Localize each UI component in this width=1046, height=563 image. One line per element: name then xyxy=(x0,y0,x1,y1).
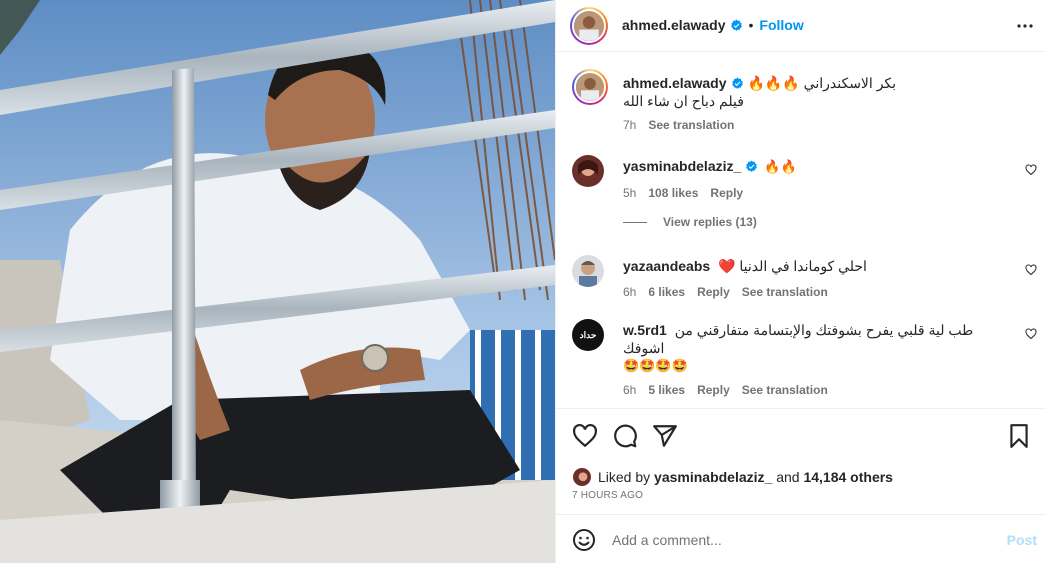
likes-and: and xyxy=(776,469,800,485)
share-icon[interactable] xyxy=(652,423,678,449)
more-horizontal-icon xyxy=(1017,24,1033,28)
add-comment-bar: Post xyxy=(556,514,1046,563)
post-comment-button[interactable]: Post xyxy=(1007,532,1037,548)
caption: ahmed.elawady بكر الاسكندراني 🔥🔥🔥 فيلم دب… xyxy=(572,69,1037,135)
instagram-post-window: ahmed.elawady • Follow ahmed.elawady بكر… xyxy=(0,0,1046,563)
comment-username[interactable]: yasminabdelaziz_ xyxy=(623,158,741,174)
comment-likes[interactable]: 6 likes xyxy=(648,285,685,299)
comment-reply[interactable]: Reply xyxy=(697,383,730,397)
comment-item: yazaandeabs احلي كوماندا في الدنيا ❤️ 6h… xyxy=(572,255,1037,305)
caption-time[interactable]: 7h xyxy=(623,118,636,132)
comment-reply[interactable]: Reply xyxy=(710,186,743,200)
post-details-panel: ahmed.elawady • Follow ahmed.elawady بكر… xyxy=(555,0,1046,563)
emoji-smiley-icon[interactable] xyxy=(572,528,596,552)
comment-meta: 5h 108 likes Reply xyxy=(623,186,1018,200)
header-avatar[interactable] xyxy=(570,7,608,45)
comment-time[interactable]: 6h xyxy=(623,285,636,299)
comment-icon[interactable] xyxy=(612,423,638,449)
view-replies-label: View replies (13) xyxy=(663,215,757,229)
post-time-ago[interactable]: 7 HOURS AGO xyxy=(572,490,643,501)
view-replies-line xyxy=(623,221,647,223)
post-header: ahmed.elawady • Follow xyxy=(556,0,1046,52)
comment-username[interactable]: yazaandeabs xyxy=(623,258,710,274)
comment-body: w.5rd1 طب لية قلبي يفرح بشوفتك والإبتسام… xyxy=(623,321,1018,397)
comment-avatar-image xyxy=(572,255,604,287)
comment-item: yasminabdelaziz_ 🔥🔥 5h 108 likes Reply xyxy=(572,155,1037,205)
follow-button[interactable]: Follow xyxy=(759,17,803,33)
comment-time[interactable]: 6h xyxy=(623,383,636,397)
comment-text: احلي كوماندا في الدنيا ❤️ xyxy=(718,258,867,274)
save-bookmark-icon[interactable] xyxy=(1006,423,1032,449)
verified-badge-icon xyxy=(746,160,758,172)
liker-avatar[interactable] xyxy=(572,467,592,487)
comment-username[interactable]: w.5rd1 xyxy=(623,322,667,338)
add-comment-input[interactable] xyxy=(612,528,992,552)
header-separator: • xyxy=(748,17,754,33)
caption-avatar-image xyxy=(576,73,604,101)
verified-badge-icon xyxy=(730,19,742,31)
comment-like-heart-icon[interactable] xyxy=(1025,264,1037,276)
caption-see-translation[interactable]: See translation xyxy=(648,118,734,132)
caption-line-1: بكر الاسكندراني 🔥🔥🔥 xyxy=(747,75,897,91)
comment-item: حداد w.5rd1 طب لية قلبي يفرح بشوفتك والإ… xyxy=(572,319,1037,397)
likes-user[interactable]: yasminabdelaziz_ xyxy=(654,469,772,485)
comment-text: 🔥🔥 xyxy=(764,159,797,174)
comment-time[interactable]: 5h xyxy=(623,186,636,200)
caption-line-2: فيلم دباح ان شاء الله xyxy=(623,93,744,109)
likes-prefix: Liked by xyxy=(598,469,651,485)
header-avatar-image xyxy=(574,11,604,41)
comment-reply[interactable]: Reply xyxy=(697,285,730,299)
comment-avatar[interactable] xyxy=(572,255,604,287)
caption-meta: 7h See translation xyxy=(623,118,1018,132)
action-bar xyxy=(556,408,1046,458)
comment-text-emoji: 🤩🤩🤩🤩 xyxy=(623,358,688,373)
post-photo[interactable] xyxy=(0,0,555,563)
more-options-icon[interactable] xyxy=(1015,16,1035,36)
comment-body: yazaandeabs احلي كوماندا في الدنيا ❤️ 6h… xyxy=(623,257,1018,299)
comment-meta: 6h 5 likes Reply See translation xyxy=(623,383,1018,397)
post-photo-image xyxy=(0,0,555,563)
comment-see-translation[interactable]: See translation xyxy=(742,383,828,397)
comment-see-translation[interactable]: See translation xyxy=(742,285,828,299)
comment-avatar-text: حداد xyxy=(579,329,597,340)
likes-summary: Liked by yasminabdelaziz_ and 14,184 oth… xyxy=(572,467,893,487)
liker-avatar-image xyxy=(573,468,591,486)
comment-meta: 6h 6 likes Reply See translation xyxy=(623,285,1018,299)
caption-avatar[interactable] xyxy=(572,69,608,105)
header-user-info: ahmed.elawady • Follow xyxy=(622,17,804,33)
likes-others[interactable]: 14,184 others xyxy=(803,469,893,485)
comment-likes[interactable]: 108 likes xyxy=(648,186,698,200)
verified-badge-icon xyxy=(731,77,743,89)
comments-list[interactable]: ahmed.elawady بكر الاسكندراني 🔥🔥🔥 فيلم دب… xyxy=(556,53,1046,408)
comment-avatar[interactable]: حداد xyxy=(572,319,604,351)
like-heart-icon[interactable] xyxy=(572,423,598,449)
comment-like-heart-icon[interactable] xyxy=(1025,328,1037,340)
caption-body: ahmed.elawady بكر الاسكندراني 🔥🔥🔥 فيلم دب… xyxy=(623,74,1018,132)
comment-text: طب لية قلبي يفرح بشوفتك والإبتسامة متفار… xyxy=(623,322,974,356)
comment-body: yasminabdelaziz_ 🔥🔥 5h 108 likes Reply xyxy=(623,157,1018,200)
view-replies-button[interactable]: View replies (13) xyxy=(623,215,757,229)
caption-username[interactable]: ahmed.elawady xyxy=(623,75,727,91)
comment-like-heart-icon[interactable] xyxy=(1025,164,1037,176)
comment-likes[interactable]: 5 likes xyxy=(648,383,685,397)
comment-avatar[interactable] xyxy=(572,155,604,187)
comment-avatar-image xyxy=(572,155,604,187)
header-username[interactable]: ahmed.elawady xyxy=(622,17,726,33)
